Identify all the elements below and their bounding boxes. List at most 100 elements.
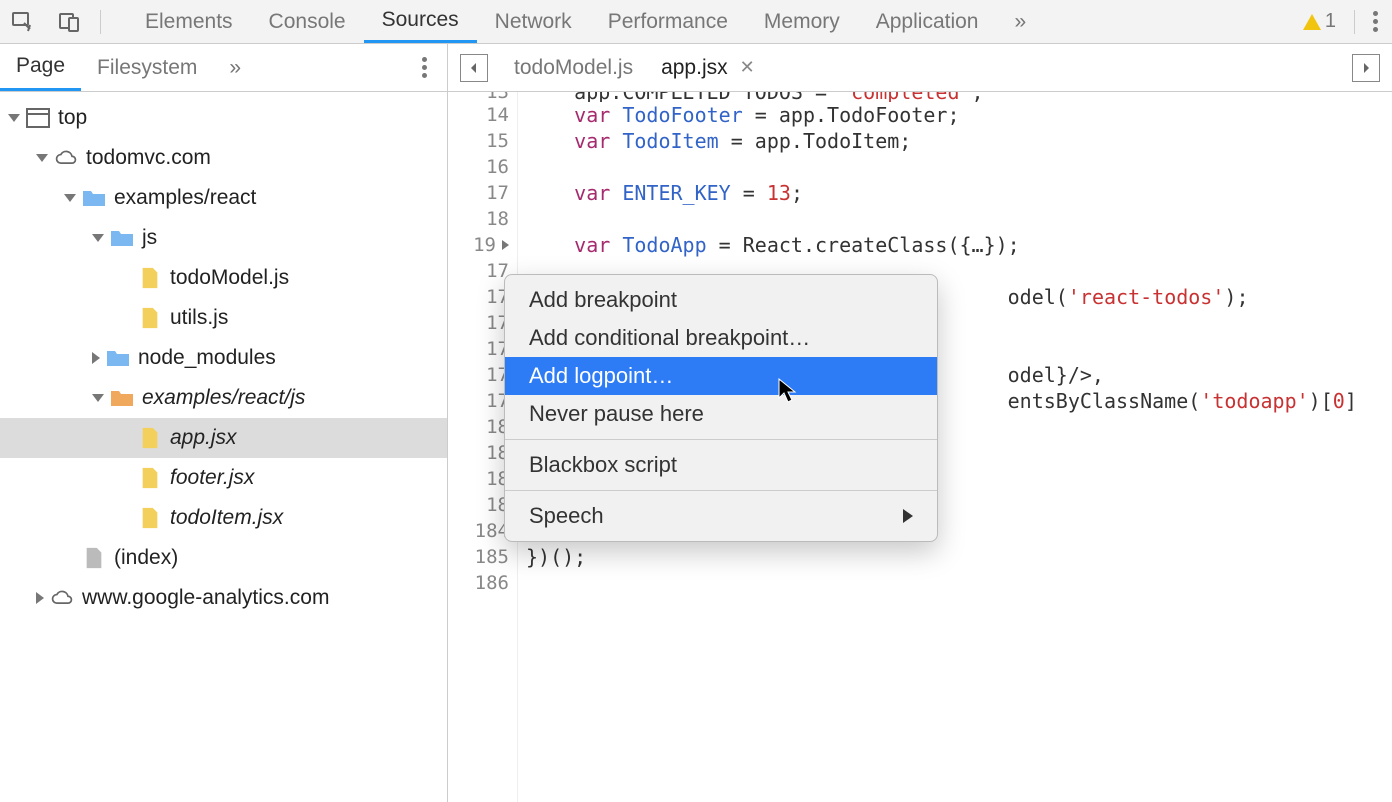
context-menu-item[interactable]: Add breakpoint bbox=[505, 281, 937, 319]
tree-item-label: www.google-analytics.com bbox=[82, 586, 329, 610]
tabs-overflow[interactable]: » bbox=[996, 0, 1044, 43]
device-toggle-icon[interactable] bbox=[52, 5, 86, 39]
disclosure-triangle-icon[interactable] bbox=[36, 592, 44, 604]
tree-item[interactable]: js bbox=[0, 218, 447, 258]
disclosure-triangle-icon[interactable] bbox=[92, 352, 100, 364]
disclosure-triangle-icon[interactable] bbox=[8, 114, 20, 122]
disclosure-triangle-icon[interactable] bbox=[92, 394, 104, 402]
disclosure-triangle-icon[interactable] bbox=[64, 194, 76, 202]
line-number[interactable]: 18 bbox=[448, 414, 509, 440]
tree-item[interactable]: todoModel.js bbox=[0, 258, 447, 298]
disclosure-triangle-icon bbox=[120, 474, 132, 482]
line-number[interactable]: 17 bbox=[448, 180, 509, 206]
tree-item-label: todoItem.jsx bbox=[170, 506, 283, 530]
line-number[interactable]: 17 bbox=[448, 336, 509, 362]
divider bbox=[100, 10, 101, 34]
context-menu-item[interactable]: Add conditional breakpoint… bbox=[505, 319, 937, 357]
code-line[interactable]: var TodoApp = React.createClass({…}); bbox=[526, 232, 1392, 258]
line-number[interactable]: 186 bbox=[448, 570, 509, 596]
inspect-element-icon[interactable] bbox=[6, 5, 40, 39]
line-number[interactable]: 18 bbox=[448, 206, 509, 232]
navigator-tabs: Page Filesystem » bbox=[0, 44, 448, 92]
context-menu: Add breakpoint Add conditional breakpoint… bbox=[504, 274, 938, 542]
tree-item[interactable]: top bbox=[0, 98, 447, 138]
tree-item[interactable]: utils.js bbox=[0, 298, 447, 338]
context-menu-item[interactable]: Blackbox script bbox=[505, 446, 937, 484]
line-number[interactable]: 19 bbox=[448, 232, 509, 258]
line-number[interactable]: 15 bbox=[448, 128, 509, 154]
line-number[interactable]: 18 bbox=[448, 440, 509, 466]
code-line[interactable]: var TodoItem = app.TodoItem; bbox=[526, 128, 1392, 154]
context-menu-label: Add breakpoint bbox=[529, 287, 677, 313]
warnings-badge[interactable]: 1 bbox=[1303, 10, 1336, 33]
tab-application[interactable]: Application bbox=[858, 0, 997, 43]
tree-item-label: examples/react/js bbox=[142, 386, 305, 410]
disclosure-triangle-icon bbox=[120, 514, 132, 522]
code-line[interactable] bbox=[526, 154, 1392, 180]
file-yellow-icon bbox=[138, 267, 162, 289]
file-tree: toptodomvc.comexamples/reactjstodoModel.… bbox=[0, 92, 448, 802]
tree-item[interactable]: (index) bbox=[0, 538, 447, 578]
tree-item[interactable]: www.google-analytics.com bbox=[0, 578, 447, 618]
navigator-kebab-icon[interactable] bbox=[412, 57, 437, 78]
debugger-toggle-icon[interactable] bbox=[1352, 54, 1380, 82]
settings-kebab-icon[interactable] bbox=[1363, 11, 1388, 32]
devtools-toolbar: Elements Console Sources Network Perform… bbox=[0, 0, 1392, 44]
warning-icon bbox=[1303, 14, 1321, 30]
file-yellow-icon bbox=[138, 507, 162, 529]
line-number[interactable]: 17 bbox=[448, 310, 509, 336]
tree-item[interactable]: app.jsx bbox=[0, 418, 447, 458]
code-line[interactable]: var TodoFooter = app.TodoFooter; bbox=[526, 102, 1392, 128]
tree-item[interactable]: node_modules bbox=[0, 338, 447, 378]
frame-icon bbox=[26, 107, 50, 129]
panel-tab-filesystem[interactable]: Filesystem bbox=[81, 44, 213, 91]
close-icon[interactable]: ✕ bbox=[740, 57, 755, 78]
panel-tabs-overflow[interactable]: » bbox=[213, 44, 257, 91]
file-tab-app[interactable]: app.jsx ✕ bbox=[647, 44, 769, 91]
navigator-toggle-icon[interactable] bbox=[460, 54, 488, 82]
disclosure-triangle-icon[interactable] bbox=[92, 234, 104, 242]
tab-memory[interactable]: Memory bbox=[746, 0, 858, 43]
code-line[interactable]: })(); bbox=[526, 544, 1392, 570]
line-number[interactable]: 17 bbox=[448, 284, 509, 310]
line-number[interactable]: 18 bbox=[448, 492, 509, 518]
tree-item-label: (index) bbox=[114, 546, 178, 570]
subheader: Page Filesystem » todoModel.js app.jsx ✕ bbox=[0, 44, 1392, 92]
tree-item-label: utils.js bbox=[170, 306, 228, 330]
code-line[interactable] bbox=[526, 570, 1392, 596]
tab-performance[interactable]: Performance bbox=[590, 0, 746, 43]
line-number[interactable]: 17 bbox=[448, 258, 509, 284]
line-number[interactable]: 13 bbox=[448, 92, 509, 102]
tree-item[interactable]: todomvc.com bbox=[0, 138, 447, 178]
context-menu-item[interactable]: Never pause here bbox=[505, 395, 937, 433]
tab-elements[interactable]: Elements bbox=[127, 0, 251, 43]
code-line[interactable] bbox=[526, 206, 1392, 232]
line-number[interactable]: 17 bbox=[448, 388, 509, 414]
line-number[interactable]: 18 bbox=[448, 466, 509, 492]
toolbar-right: 1 bbox=[1303, 10, 1388, 34]
tree-item-label: footer.jsx bbox=[170, 466, 254, 490]
tree-item[interactable]: footer.jsx bbox=[0, 458, 447, 498]
cloud-icon bbox=[50, 587, 74, 609]
code-line[interactable]: var ENTER_KEY = 13; bbox=[526, 180, 1392, 206]
disclosure-triangle-icon[interactable] bbox=[36, 154, 48, 162]
tree-item[interactable]: examples/react/js bbox=[0, 378, 447, 418]
tab-console[interactable]: Console bbox=[251, 0, 364, 43]
code-line[interactable]: app.COMPLETED_TODOS = 'completed'; bbox=[526, 92, 1392, 102]
context-menu-label: Never pause here bbox=[529, 401, 704, 427]
panel-tab-page[interactable]: Page bbox=[0, 44, 81, 91]
tab-sources[interactable]: Sources bbox=[364, 0, 477, 43]
line-number[interactable]: 14 bbox=[448, 102, 509, 128]
line-number[interactable]: 17 bbox=[448, 362, 509, 388]
line-number[interactable]: 184 bbox=[448, 518, 509, 544]
context-menu-item[interactable]: Add logpoint… bbox=[505, 357, 937, 395]
tree-item[interactable]: todoItem.jsx bbox=[0, 498, 447, 538]
tree-item[interactable]: examples/react bbox=[0, 178, 447, 218]
file-tab-todomodel[interactable]: todoModel.js bbox=[500, 44, 647, 91]
line-number[interactable]: 185 bbox=[448, 544, 509, 570]
line-number[interactable]: 16 bbox=[448, 154, 509, 180]
submenu-arrow-icon bbox=[903, 509, 913, 523]
context-menu-item[interactable]: Speech bbox=[505, 497, 937, 535]
disclosure-triangle-icon bbox=[120, 314, 132, 322]
tab-network[interactable]: Network bbox=[477, 0, 590, 43]
